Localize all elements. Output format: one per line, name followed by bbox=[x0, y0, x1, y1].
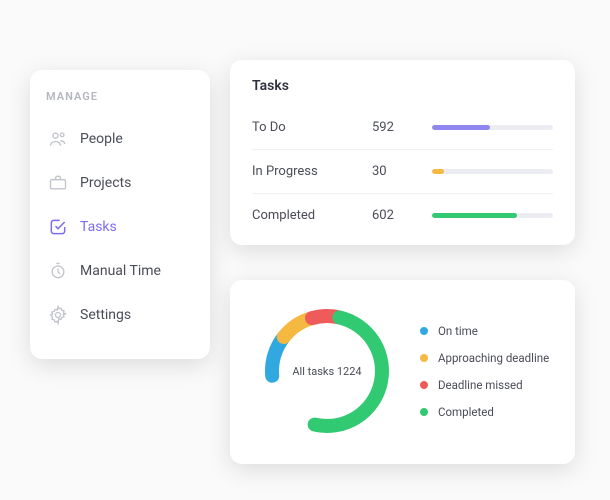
legend-label: Approaching deadline bbox=[438, 351, 549, 365]
task-count: 602 bbox=[372, 208, 432, 223]
sidebar-item-people[interactable]: People bbox=[46, 117, 194, 161]
legend-dot bbox=[420, 327, 428, 335]
legend-label: Deadline missed bbox=[438, 378, 523, 392]
task-progress-fill bbox=[432, 125, 490, 130]
sidebar: MANAGE People Projects Tasks Manual Time… bbox=[30, 70, 210, 359]
task-progress-fill bbox=[432, 213, 517, 218]
task-count: 592 bbox=[372, 120, 432, 135]
briefcase-icon bbox=[48, 173, 68, 193]
timer-icon bbox=[48, 261, 68, 281]
legend-item: On time bbox=[420, 324, 549, 338]
legend-label: On time bbox=[438, 324, 478, 338]
sidebar-heading: MANAGE bbox=[46, 90, 194, 103]
tasks-card: Tasks To Do592In Progress30Completed602 bbox=[230, 60, 575, 245]
legend-dot bbox=[420, 408, 428, 416]
sidebar-item-tasks[interactable]: Tasks bbox=[46, 205, 194, 249]
donut-card: All tasks 1224 On time Approaching deadli… bbox=[230, 280, 575, 464]
legend-item: Approaching deadline bbox=[420, 351, 549, 365]
sidebar-item-settings[interactable]: Settings bbox=[46, 293, 194, 337]
legend-item: Deadline missed bbox=[420, 378, 549, 392]
task-row: In Progress30 bbox=[252, 150, 553, 194]
donut-center-label: All tasks 1224 bbox=[252, 296, 402, 446]
sidebar-item-manual-time[interactable]: Manual Time bbox=[46, 249, 194, 293]
sidebar-item-label: People bbox=[80, 131, 123, 147]
legend-dot bbox=[420, 354, 428, 362]
sidebar-item-label: Settings bbox=[80, 307, 131, 323]
task-check-icon bbox=[48, 217, 68, 237]
people-icon bbox=[48, 129, 68, 149]
donut-legend: On time Approaching deadline Deadline miss… bbox=[420, 324, 549, 419]
task-label: Completed bbox=[252, 208, 372, 223]
tasks-title: Tasks bbox=[252, 78, 553, 94]
donut-chart: All tasks 1224 bbox=[252, 296, 402, 446]
task-progress-track bbox=[432, 169, 553, 174]
sidebar-item-label: Projects bbox=[80, 175, 131, 191]
sidebar-item-label: Tasks bbox=[80, 219, 117, 235]
task-progress-track bbox=[432, 213, 553, 218]
task-count: 30 bbox=[372, 164, 432, 179]
legend-dot bbox=[420, 381, 428, 389]
task-row: To Do592 bbox=[252, 106, 553, 150]
task-progress-track bbox=[432, 125, 553, 130]
task-progress-fill bbox=[432, 169, 444, 174]
sidebar-item-label: Manual Time bbox=[80, 263, 161, 279]
legend-label: Completed bbox=[438, 405, 494, 419]
task-row: Completed602 bbox=[252, 194, 553, 237]
task-label: In Progress bbox=[252, 164, 372, 179]
gear-icon bbox=[48, 305, 68, 325]
sidebar-item-projects[interactable]: Projects bbox=[46, 161, 194, 205]
legend-item: Completed bbox=[420, 405, 549, 419]
task-label: To Do bbox=[252, 120, 372, 135]
